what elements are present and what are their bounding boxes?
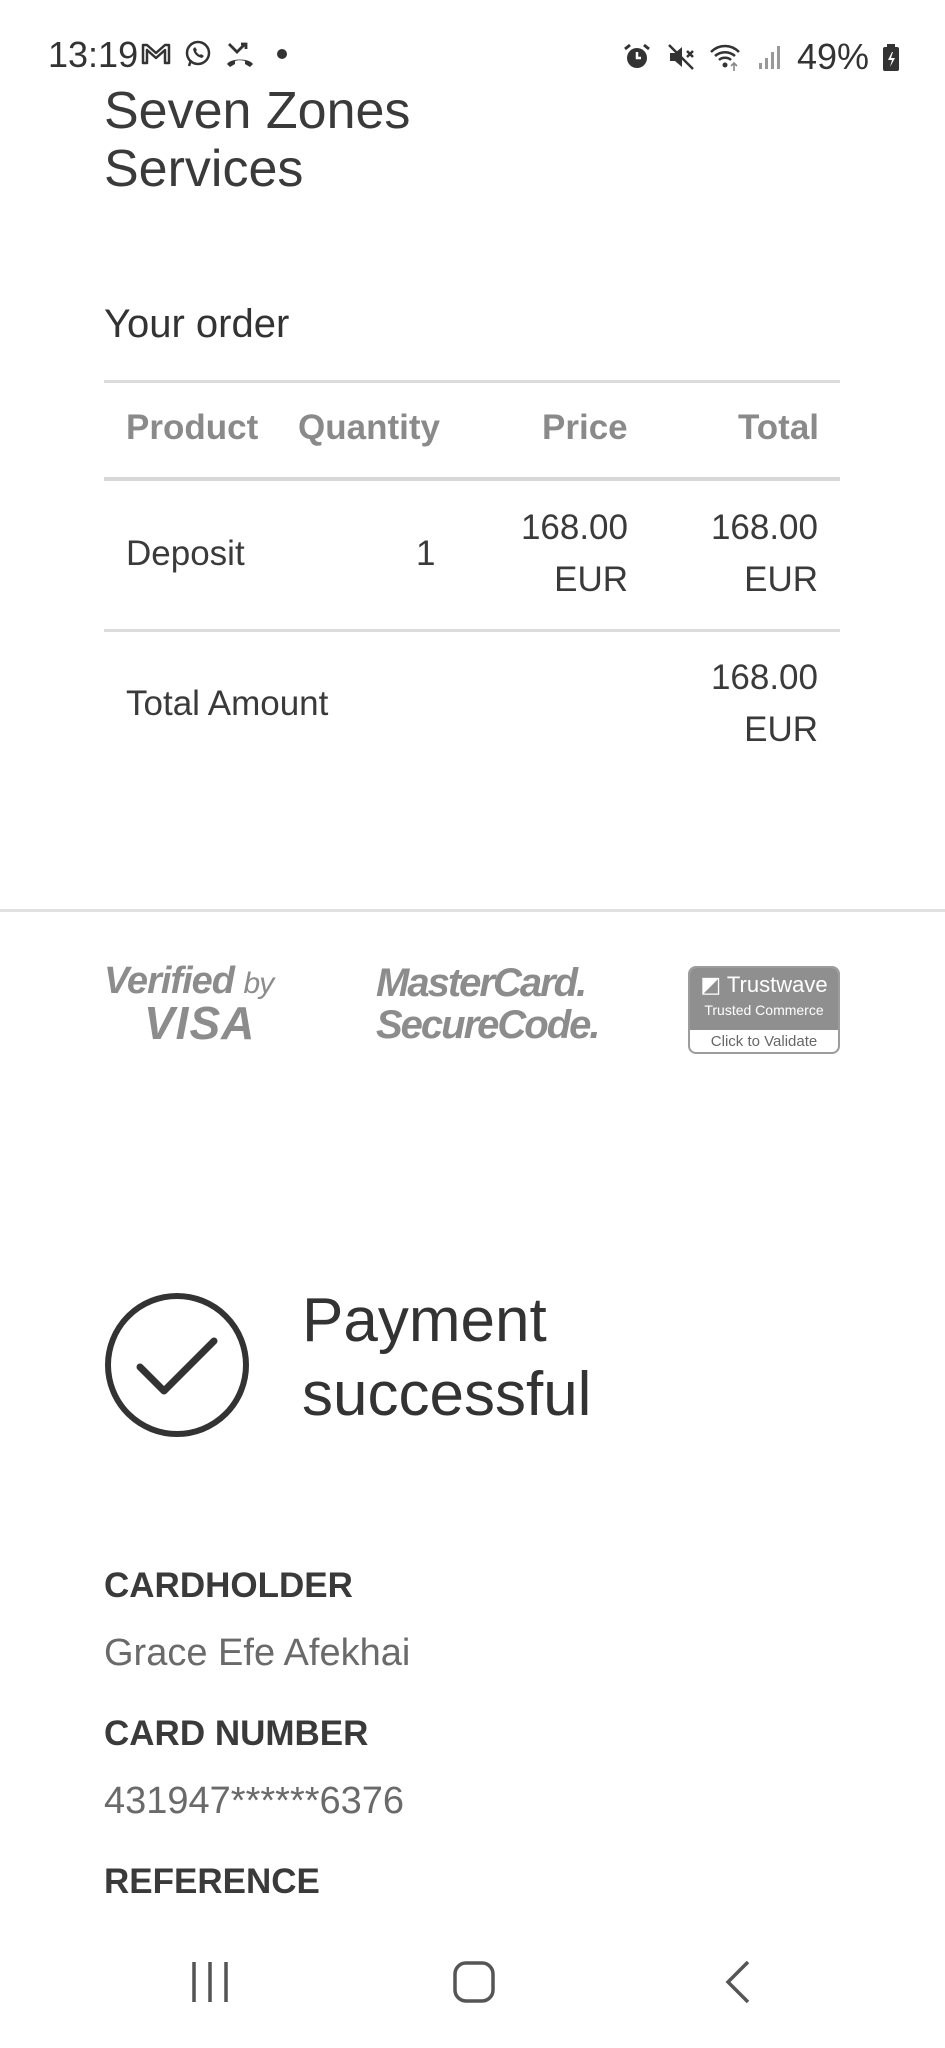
payment-status: Payment successful [302,1284,591,1432]
total-amount-label: Total Amount [126,684,329,723]
row-price-currency: EUR [554,560,628,599]
notification-icons [140,38,298,70]
total-amount-value: 168.00 EUR [690,652,818,756]
column-header-price: Price [542,408,628,447]
column-header-total: Total [738,408,820,447]
home-icon[interactable] [450,1958,498,2006]
row-total-amount: 168.00 [710,508,818,547]
dot-icon [277,49,287,59]
row-product: Deposit [126,534,245,573]
total-amount-currency: EUR [744,710,818,749]
payment-status-line1: Payment [302,1286,547,1355]
system-nav-bar [0,1920,945,2048]
gmail-icon [141,43,171,65]
row-total: 168.00 EUR [690,502,818,606]
merchant-name: Seven Zones Services [104,82,704,198]
cardholder-value: Grace Efe Afekhai [104,1632,411,1674]
column-header-quantity: Quantity [298,408,440,447]
card-number-value: 431947******6376 [104,1780,405,1822]
trustwave-arrow-icon: ◩ [700,972,722,997]
status-time: 13:19 [48,34,139,75]
verified-by-visa-logo: Verified by VISA [104,960,274,1049]
alarm-icon [624,43,650,68]
trustwave-seal[interactable]: ◩ Trustwave Trusted Commerce Click to Va… [688,966,840,1054]
payment-status-line2: successful [302,1360,592,1429]
signal-icon [758,46,780,69]
merchant-name-line2: Services [104,140,304,198]
total-amount-number: 168.00 [710,658,818,697]
column-header-product: Product [126,408,259,447]
table-row-divider [104,629,840,632]
row-total-currency: EUR [744,560,818,599]
card-number-label: CARD NUMBER [104,1714,369,1753]
missed-call-icon [227,42,253,67]
trustwave-validate-link[interactable]: Click to Validate [690,1030,838,1050]
table-header-divider [104,477,840,481]
row-price: 168.00 EUR [500,502,628,606]
mastercard-securecode-logo: MasterCard. SecureCode. [376,961,601,1047]
back-icon[interactable] [716,1958,764,2006]
merchant-name-line1: Seven Zones [104,82,411,140]
whatsapp-icon [185,40,211,67]
battery-percent: 49% [796,36,869,77]
checkmark-circle-icon [105,1293,249,1437]
row-price-amount: 168.00 [520,508,628,547]
reference-label: REFERENCE [104,1862,320,1901]
cardholder-label: CARDHOLDER [104,1566,353,1605]
recent-apps-icon[interactable] [186,1958,234,2006]
row-quantity: 1 [416,534,436,573]
table-top-divider [104,380,840,383]
order-heading: Your order [104,302,290,346]
mute-icon [668,44,694,70]
battery-icon [883,44,899,71]
section-divider [0,909,945,912]
wifi-icon [710,44,740,71]
system-icons: 49% [621,36,901,78]
